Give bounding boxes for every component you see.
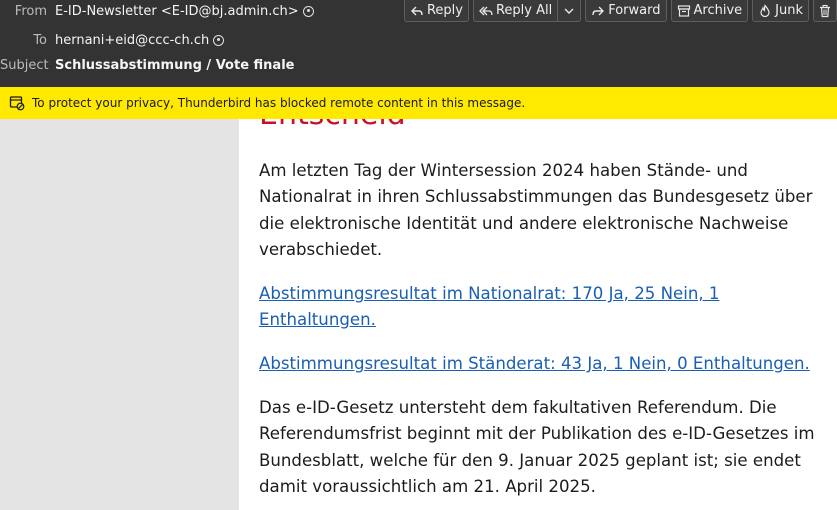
reply-button[interactable]: Reply	[403, 0, 469, 22]
notice-text: To protect your privacy, Thunderbird has…	[32, 96, 526, 110]
reply-icon	[410, 4, 424, 18]
fire-icon	[758, 3, 772, 18]
trash-icon	[818, 4, 832, 18]
forward-icon	[591, 4, 605, 18]
archive-button[interactable]: Archive	[670, 0, 749, 22]
reply-all-label: Reply All	[495, 3, 553, 18]
reply-all-icon	[479, 4, 493, 18]
junk-label: Junk	[775, 3, 803, 18]
body-paragraph-intro: Am letzten Tag der Wintersession 2024 ha…	[259, 161, 813, 259]
message-body: Entscheid Am letzten Tag der Wintersessi…	[239, 119, 837, 510]
reply-options-dropdown[interactable]	[558, 0, 582, 22]
reply-label: Reply	[426, 3, 463, 18]
staenderat-result-link[interactable]: Abstimmungsresultat im Ständerat: 43 Ja,…	[259, 354, 810, 373]
contact-icon[interactable]	[213, 34, 225, 46]
from-row: From E-ID-Newsletter <E-ID@bj.admin.ch>	[0, 0, 314, 22]
reply-all-button[interactable]: Reply All	[472, 0, 559, 22]
remote-content-notification: To protect your privacy, Thunderbird has…	[0, 87, 837, 119]
delete-button[interactable]	[813, 0, 837, 22]
blocked-content-icon	[9, 95, 25, 111]
subject-label: Subject	[0, 57, 49, 73]
forward-label: Forward	[608, 3, 661, 18]
chevron-down-icon	[562, 4, 576, 18]
body-paragraph-link1: Abstimmungsresultat im Nationalrat: 170 …	[259, 281, 819, 334]
from-label: From	[14, 3, 47, 19]
subject-value: Schlussabstimmung / Vote finale	[55, 57, 295, 73]
archive-icon	[677, 4, 691, 18]
section-heading: Entscheid	[259, 119, 406, 132]
nationalrat-result-link[interactable]: Abstimmungsresultat im Nationalrat: 170 …	[259, 284, 719, 329]
archive-label: Archive	[693, 3, 743, 18]
forward-button[interactable]: Forward	[585, 0, 667, 22]
subject-row: Subject Schlussabstimmung / Vote finale	[0, 54, 294, 76]
junk-button[interactable]: Junk	[752, 0, 809, 22]
contact-icon[interactable]	[302, 5, 314, 17]
message-header: From E-ID-Newsletter <E-ID@bj.admin.ch> …	[0, 0, 837, 87]
body-paragraph-link2: Abstimmungsresultat im Ständerat: 43 Ja,…	[259, 351, 819, 377]
message-toolbar: Reply Reply All Forward Archive Junk	[403, 0, 837, 22]
from-address[interactable]: E-ID-Newsletter <E-ID@bj.admin.ch>	[55, 4, 299, 19]
body-paragraph-referendum: Das e-ID-Gesetz untersteht dem fakultati…	[259, 398, 815, 496]
message-margin	[0, 119, 239, 510]
to-address[interactable]: hernani+eid@ccc-ch.ch	[55, 33, 209, 48]
to-row: To hernani+eid@ccc-ch.ch	[0, 29, 225, 51]
to-label: To	[33, 32, 47, 48]
